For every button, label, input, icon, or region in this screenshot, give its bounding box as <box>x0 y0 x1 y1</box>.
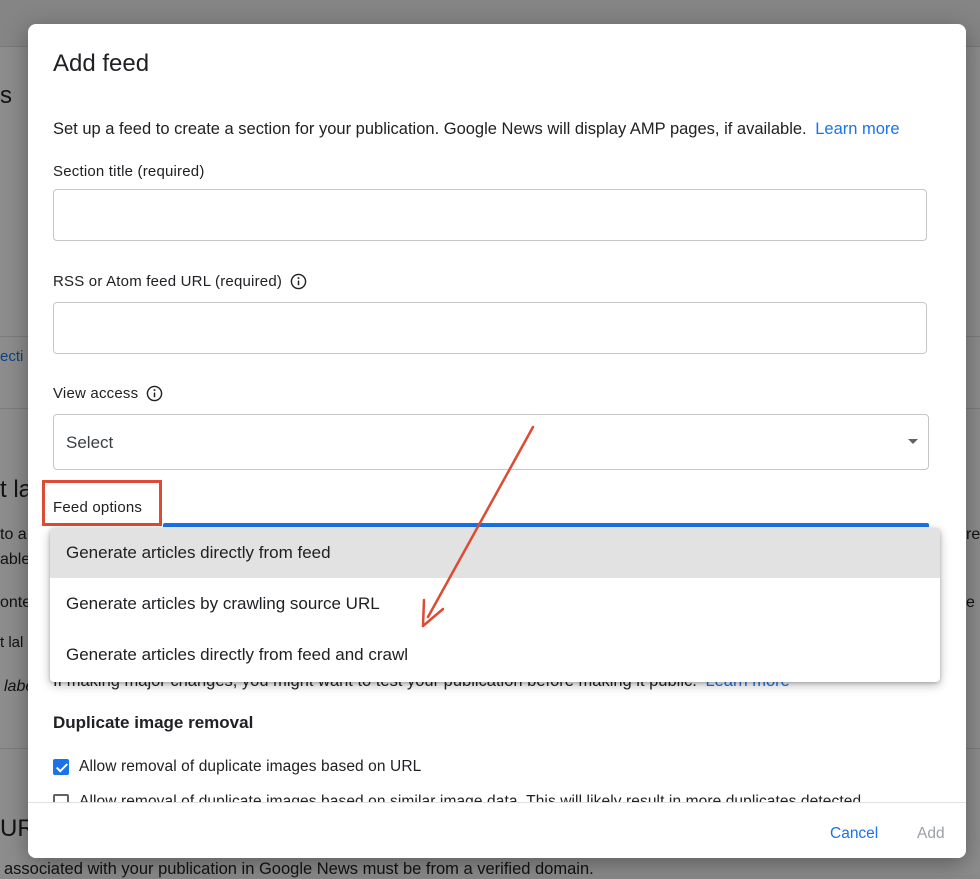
add-button[interactable]: Add <box>917 825 945 843</box>
feed-url-input[interactable] <box>53 302 927 354</box>
view-access-label-row: View access <box>53 385 163 402</box>
menu-item-feed-and-crawl[interactable]: Generate articles directly from feed and… <box>50 630 940 680</box>
dialog-description: Set up a feed to create a section for yo… <box>53 120 900 139</box>
view-access-value: Select <box>66 433 114 452</box>
feed-options-menu: Generate articles directly from feed Gen… <box>50 528 940 682</box>
dropdown-caret-icon <box>908 439 918 444</box>
section-title-label: Section title (required) <box>53 163 205 180</box>
menu-item-crawl-source-url[interactable]: Generate articles by crawling source URL <box>50 579 940 629</box>
view-access-label: View access <box>53 385 139 402</box>
checkbox-row-url[interactable]: Allow removal of duplicate images based … <box>53 758 421 776</box>
feed-url-label-row: RSS or Atom feed URL (required) <box>53 273 307 290</box>
description-text: Set up a feed to create a section for yo… <box>53 120 807 138</box>
learn-more-link[interactable]: Learn more <box>815 120 899 138</box>
menu-item-label: Generate articles directly from feed <box>66 543 331 562</box>
section-title-input[interactable] <box>53 189 927 241</box>
add-feed-dialog: Add feed Set up a feed to create a secti… <box>28 24 966 858</box>
info-icon[interactable] <box>290 273 307 290</box>
view-access-select[interactable]: Select <box>53 414 929 470</box>
duplicate-image-removal-heading: Duplicate image removal <box>53 713 254 732</box>
dialog-title: Add feed <box>53 50 150 77</box>
feed-url-label: RSS or Atom feed URL (required) <box>53 273 283 290</box>
feed-options-select-focus-border[interactable] <box>163 523 929 527</box>
cancel-button[interactable]: Cancel <box>830 825 878 843</box>
menu-item-label: Generate articles directly from feed and… <box>66 645 409 664</box>
menu-item-generate-from-feed[interactable]: Generate articles directly from feed <box>50 528 940 578</box>
info-icon[interactable] <box>146 385 163 402</box>
dialog-footer: Cancel Add <box>28 802 966 858</box>
checkbox-checked-icon[interactable] <box>53 759 69 775</box>
checkbox-label: Allow removal of duplicate images based … <box>79 758 422 775</box>
feed-options-label: Feed options <box>53 499 143 516</box>
menu-item-label: Generate articles by crawling source URL <box>66 594 380 613</box>
